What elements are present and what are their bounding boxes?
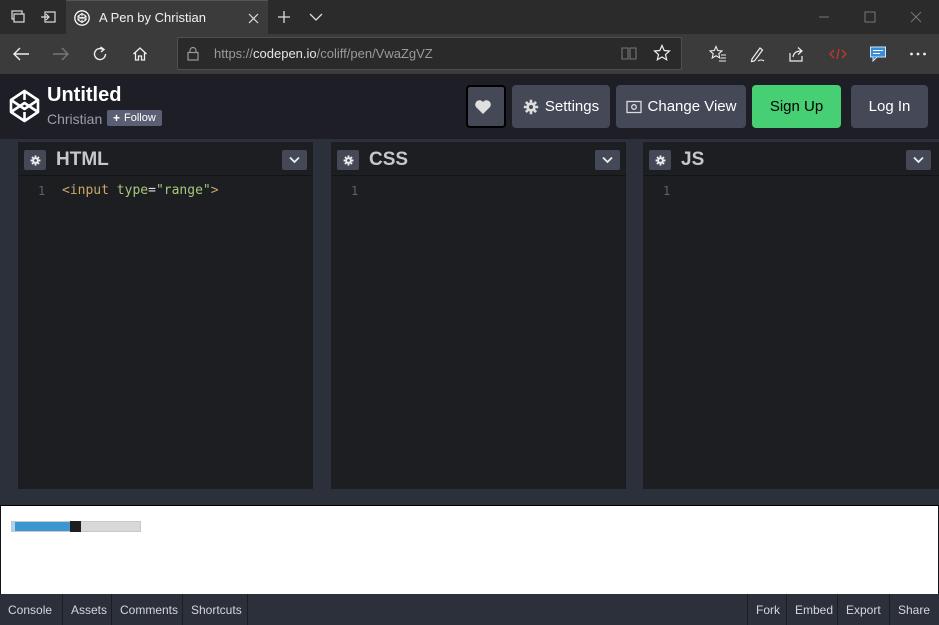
codepen-favicon-icon (74, 9, 90, 26)
css-settings-gear-icon[interactable] (337, 150, 359, 170)
author-name[interactable]: Christian (47, 111, 102, 127)
pen-title[interactable]: Untitled (47, 84, 121, 107)
code-value: "range" (155, 183, 211, 198)
css-pane-header: CSS (331, 139, 626, 175)
tab-title: A Pen by Christian (99, 10, 206, 25)
back-arrow-icon[interactable] (5, 38, 37, 70)
reading-view-icon[interactable] (621, 45, 637, 66)
layout-icon (625, 100, 642, 113)
css-code-editor[interactable]: 1 (331, 175, 626, 489)
heart-icon (475, 99, 491, 114)
change-view-button[interactable]: Change View (616, 85, 746, 128)
follow-label: Follow (124, 112, 156, 124)
settings-button[interactable]: Settings (512, 85, 610, 128)
tab-strip: A Pen by Christian (0, 0, 939, 34)
plus-icon: + (113, 111, 121, 125)
html-settings-gear-icon[interactable] (24, 150, 46, 170)
html-code-editor[interactable]: 1 <input type="range"> (18, 175, 313, 489)
share-icon[interactable] (781, 38, 813, 70)
minimize-icon[interactable] (801, 0, 847, 34)
navigation-bar: https://codepen.io/coliff/pen/VwaZgVZ (0, 34, 939, 74)
lock-icon[interactable] (186, 46, 200, 66)
browser-window: A Pen by Christian https://codepen.io/co… (0, 0, 939, 625)
assets-button[interactable]: Assets (63, 594, 112, 625)
html-pane-header: HTML (18, 139, 313, 175)
change-view-label: Change View (647, 98, 737, 115)
close-tab-icon[interactable] (244, 9, 262, 27)
bottom-bar: Console Assets Comments Shortcuts Fork E… (0, 594, 939, 625)
console-button[interactable]: Console (0, 594, 63, 625)
new-tab-icon[interactable] (268, 0, 300, 34)
css-editor-pane: CSS 1 (331, 139, 626, 489)
js-editor-pane: JS 1 (643, 139, 939, 489)
maximize-icon[interactable] (847, 0, 893, 34)
refresh-icon[interactable] (84, 38, 116, 70)
close-window-icon[interactable] (893, 0, 939, 34)
settings-label: Settings (544, 98, 600, 115)
home-icon[interactable] (124, 38, 156, 70)
tab-actions-icon[interactable] (2, 0, 34, 34)
html-pane-title: HTML (56, 149, 109, 170)
codepen-header: Untitled Christian + Follow Settings Chan… (0, 74, 939, 139)
comments-button[interactable]: Comments (112, 594, 183, 625)
line-number: 1 (351, 184, 359, 198)
export-button[interactable]: Export (837, 594, 889, 625)
code-tag-close: > (210, 183, 219, 198)
editor-area: HTML 1 <input type="range"> CSS 1 JS 1 (0, 139, 939, 489)
html-collapse-chevron-down-icon[interactable] (282, 150, 307, 170)
html-code-line[interactable]: <input type="range"> (62, 183, 219, 198)
preview-resize-handle[interactable] (0, 489, 939, 506)
sign-up-button[interactable]: Sign Up (752, 85, 841, 128)
code-tag-open: <input (62, 183, 117, 198)
line-number: 1 (663, 184, 671, 198)
html-editor-pane: HTML 1 <input type="range"> (18, 139, 313, 489)
js-settings-gear-icon[interactable] (649, 150, 671, 170)
codepen-logo-icon[interactable] (9, 89, 40, 123)
js-pane-header: JS (643, 139, 939, 175)
heart-button[interactable] (466, 85, 506, 128)
shortcuts-button[interactable]: Shortcuts (183, 594, 248, 625)
js-pane-title: JS (681, 149, 705, 170)
address-bar[interactable]: https://codepen.io/coliff/pen/VwaZgVZ (177, 37, 682, 70)
code-attr: type (116, 183, 149, 198)
browser-tab[interactable]: A Pen by Christian (66, 0, 268, 34)
tab-list-chevron-icon[interactable] (300, 0, 332, 34)
pen-notes-icon[interactable] (741, 38, 773, 70)
set-tabs-aside-icon[interactable] (32, 0, 64, 34)
css-pane-title: CSS (369, 149, 409, 170)
js-collapse-chevron-down-icon[interactable] (906, 150, 931, 170)
js-code-editor[interactable]: 1 (643, 175, 939, 489)
url-scheme: https:// (214, 46, 254, 61)
embed-button[interactable]: Embed (786, 594, 837, 625)
fork-button[interactable]: Fork (747, 594, 786, 625)
result-preview (1, 506, 938, 594)
line-number: 1 (38, 184, 46, 198)
feedback-icon[interactable] (862, 38, 894, 70)
log-in-button[interactable]: Log In (851, 85, 928, 128)
url-path: /coliff/pen/VwaZgVZ (316, 46, 433, 61)
follow-button[interactable]: + Follow (107, 110, 162, 126)
url-host: codepen.io (253, 46, 317, 61)
code-extension-icon[interactable] (822, 38, 854, 70)
range-slider-thumb[interactable] (70, 521, 81, 532)
favorite-star-icon[interactable] (653, 44, 671, 67)
share-button[interactable]: Share (889, 594, 939, 625)
range-slider-fill (12, 522, 70, 531)
gear-icon (523, 99, 539, 114)
css-collapse-chevron-down-icon[interactable] (595, 150, 620, 170)
code-eq: = (148, 183, 156, 198)
range-slider[interactable] (11, 521, 141, 532)
more-options-icon[interactable] (902, 38, 934, 70)
url-text[interactable]: https://codepen.io/coliff/pen/VwaZgVZ (214, 46, 433, 61)
favorites-list-icon[interactable] (702, 38, 734, 70)
forward-arrow-icon[interactable] (45, 38, 77, 70)
